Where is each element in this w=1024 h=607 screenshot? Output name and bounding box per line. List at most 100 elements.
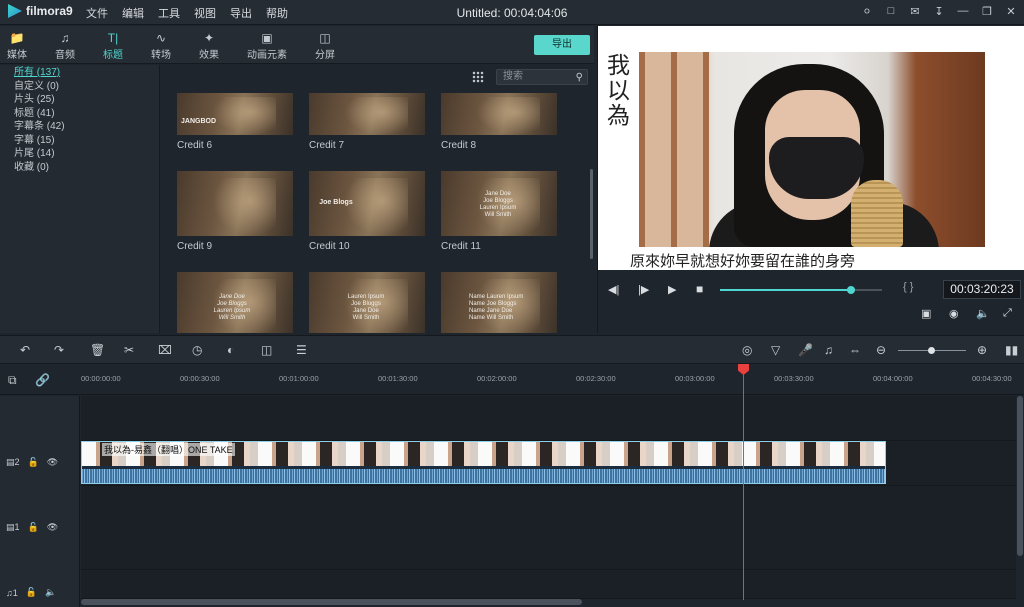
- track-height-icon[interactable]: ▮▮: [1005, 343, 1018, 357]
- render-icon[interactable]: ◎: [742, 343, 752, 357]
- video-track-1[interactable]: [81, 486, 1016, 570]
- title-thumbnail-credit-6[interactable]: JANGBOD: [177, 93, 293, 135]
- undo-icon[interactable]: ↶: [20, 343, 30, 357]
- menu-view[interactable]: 视图: [194, 5, 216, 21]
- tab-audio[interactable]: ♫ 音频: [45, 30, 85, 61]
- zoom-in-icon[interactable]: ⊕: [977, 343, 987, 357]
- cut-icon[interactable]: ✂: [124, 343, 134, 357]
- empty-track[interactable]: [81, 396, 1016, 441]
- video-subtitle: 原來妳早就想好妳要留在誰的身旁: [630, 253, 856, 270]
- green-screen-icon[interactable]: ◫: [261, 343, 272, 357]
- title-thumbnail-credit-9[interactable]: [177, 171, 293, 236]
- timeline-vertical-scrollbar[interactable]: [1017, 396, 1023, 556]
- playhead-line[interactable]: [743, 365, 744, 600]
- menu-export[interactable]: 导出: [230, 5, 252, 21]
- minimize-icon[interactable]: —: [956, 4, 970, 18]
- category-titles[interactable]: 标题 (41): [0, 107, 159, 121]
- export-button[interactable]: 导出: [534, 35, 590, 55]
- category-list: 所有 (137) 自定义 (0) 片头 (25) 标题 (41) 字幕条 (42…: [0, 65, 171, 333]
- tab-elements[interactable]: ▣ 动画元素: [244, 30, 290, 61]
- zoom-out-icon[interactable]: ⊖: [876, 343, 886, 357]
- category-openers[interactable]: 片头 (25): [0, 93, 159, 107]
- zoom-slider[interactable]: [898, 347, 966, 354]
- elements-icon: ▣: [261, 31, 273, 45]
- menu-tools[interactable]: 工具: [158, 5, 180, 21]
- lock-icon[interactable]: 🔓: [28, 522, 39, 533]
- download-icon[interactable]: ↧: [932, 4, 946, 18]
- audio-mixer-icon[interactable]: ☰: [296, 343, 307, 357]
- visibility-icon[interactable]: 👁: [47, 522, 58, 533]
- category-custom[interactable]: 自定义 (0): [0, 80, 159, 94]
- progress-fill: [720, 289, 852, 291]
- fit-timeline-icon[interactable]: ⇔: [849, 343, 861, 357]
- mail-icon[interactable]: ✉: [908, 4, 922, 18]
- category-favorites[interactable]: 收藏 (0): [0, 161, 159, 175]
- search-icon[interactable]: ⚲: [576, 71, 583, 85]
- library-scrollbar[interactable]: [590, 169, 593, 259]
- tab-effects[interactable]: ✦ 效果: [189, 30, 229, 61]
- category-subtitles[interactable]: 字幕 (15): [0, 134, 159, 148]
- title-thumbnail-credit-7[interactable]: [309, 93, 425, 135]
- mark-in-out-icon[interactable]: { }: [903, 281, 913, 293]
- thumbnail-background: [211, 177, 276, 236]
- track-header-video-2: ▤2 🔓 👁: [6, 457, 58, 468]
- title-thumbnail[interactable]: Jane Doe Joe Bloggs Lauren Ipsum Will Smith: [177, 272, 293, 333]
- account-icon[interactable]: ⚪: [860, 4, 874, 18]
- lock-icon[interactable]: 🔓: [28, 457, 39, 468]
- category-lower-thirds[interactable]: 字幕条 (42): [0, 120, 159, 134]
- visibility-icon[interactable]: 👁: [47, 457, 58, 468]
- playback-progress-bar[interactable]: [720, 286, 882, 294]
- snapshot-icon[interactable]: ◉: [949, 307, 959, 320]
- menu-file[interactable]: 文件: [86, 5, 108, 21]
- tab-split-screen[interactable]: ◫ 分屏: [305, 30, 345, 61]
- title-thumbnail-credit-10[interactable]: Joe Blogs: [309, 171, 425, 236]
- fullscreen-icon[interactable]: ⤢: [1003, 307, 1012, 320]
- delete-icon[interactable]: 🗑: [90, 343, 105, 357]
- category-all[interactable]: 所有 (137): [0, 66, 159, 80]
- audio-track-1[interactable]: [81, 570, 1016, 599]
- zoom-handle[interactable]: [928, 347, 935, 354]
- volume-icon[interactable]: 🔈: [976, 307, 990, 320]
- timeline-ruler[interactable]: ⧉ 🔗 00:00:00:00 00:00:30:00 00:01:00:00 …: [0, 365, 1024, 395]
- crop-icon[interactable]: ⌧: [158, 343, 172, 357]
- track-header-video-1: ▤1 🔓 👁: [6, 522, 58, 533]
- preview-screen[interactable]: 我 以 為 原來妳早就想好妳要留在誰的身旁: [598, 26, 1024, 270]
- window-controls: ⚪ □ ✉ ↧ — ❐ ✕: [860, 4, 1018, 18]
- title-thumbnail[interactable]: Name Lauren Ipsum Name Joe Bloggs Name Jan…: [441, 272, 557, 333]
- tab-transitions[interactable]: ∿ 转场: [141, 30, 181, 61]
- grid-view-icon[interactable]: [472, 71, 484, 83]
- step-back-icon[interactable]: ◀|: [608, 283, 619, 296]
- search-input[interactable]: 搜索 ⚲: [496, 69, 588, 85]
- redo-icon[interactable]: ↷: [54, 343, 64, 357]
- link-icon[interactable]: 🔗: [35, 373, 50, 387]
- play-icon[interactable]: ▶: [668, 283, 676, 296]
- restore-icon[interactable]: ❐: [980, 4, 994, 18]
- menu-help[interactable]: 帮助: [266, 5, 288, 21]
- title-thumbnail-credit-11[interactable]: Jane Doe Joe Bloggs Lauren Ipsum Will Smith: [441, 171, 557, 236]
- tab-titles[interactable]: T| 标题: [93, 30, 133, 67]
- menu-edit[interactable]: 编辑: [122, 5, 144, 21]
- render-preview-icon[interactable]: ▣: [921, 307, 931, 320]
- title-thumbnail[interactable]: Lauren Ipsum Joe Bloggs Jane Doe Will Smith: [309, 272, 425, 333]
- close-icon[interactable]: ✕: [1004, 4, 1018, 18]
- progress-handle[interactable]: [847, 286, 856, 294]
- color-icon[interactable]: ◐: [227, 343, 234, 357]
- video-frame: [639, 52, 985, 247]
- ruler-tick: 00:04:00:00: [873, 374, 913, 383]
- timeline-horizontal-scrollbar[interactable]: [81, 599, 582, 605]
- category-credits[interactable]: 片尾 (14): [0, 147, 159, 161]
- tab-media[interactable]: 📁 媒体: [0, 30, 37, 61]
- step-forward-icon[interactable]: |▶: [638, 283, 649, 296]
- voiceover-icon[interactable]: ♫: [824, 343, 833, 357]
- lock-icon[interactable]: 🔓: [26, 587, 37, 598]
- title-thumbnail-credit-8[interactable]: [441, 93, 557, 135]
- microphone-icon[interactable]: 🎤: [798, 343, 813, 357]
- timeline-toolbar: ↶ ↷ 🗑 ✂ ⌧ ◷ ◐ ◫ ☰ ◎ ▽ 🎤 ♫ ⇔ ⊖ ⊕ ▮▮: [0, 335, 1024, 364]
- split-screen-icon: ◫: [319, 31, 331, 45]
- add-track-icon[interactable]: ⧉: [8, 373, 17, 387]
- stop-icon[interactable]: ■: [696, 282, 703, 296]
- save-icon[interactable]: □: [884, 4, 898, 18]
- marker-icon[interactable]: ▽: [771, 343, 780, 357]
- speed-icon[interactable]: ◷: [192, 343, 202, 357]
- volume-icon[interactable]: 🔈: [45, 587, 56, 598]
